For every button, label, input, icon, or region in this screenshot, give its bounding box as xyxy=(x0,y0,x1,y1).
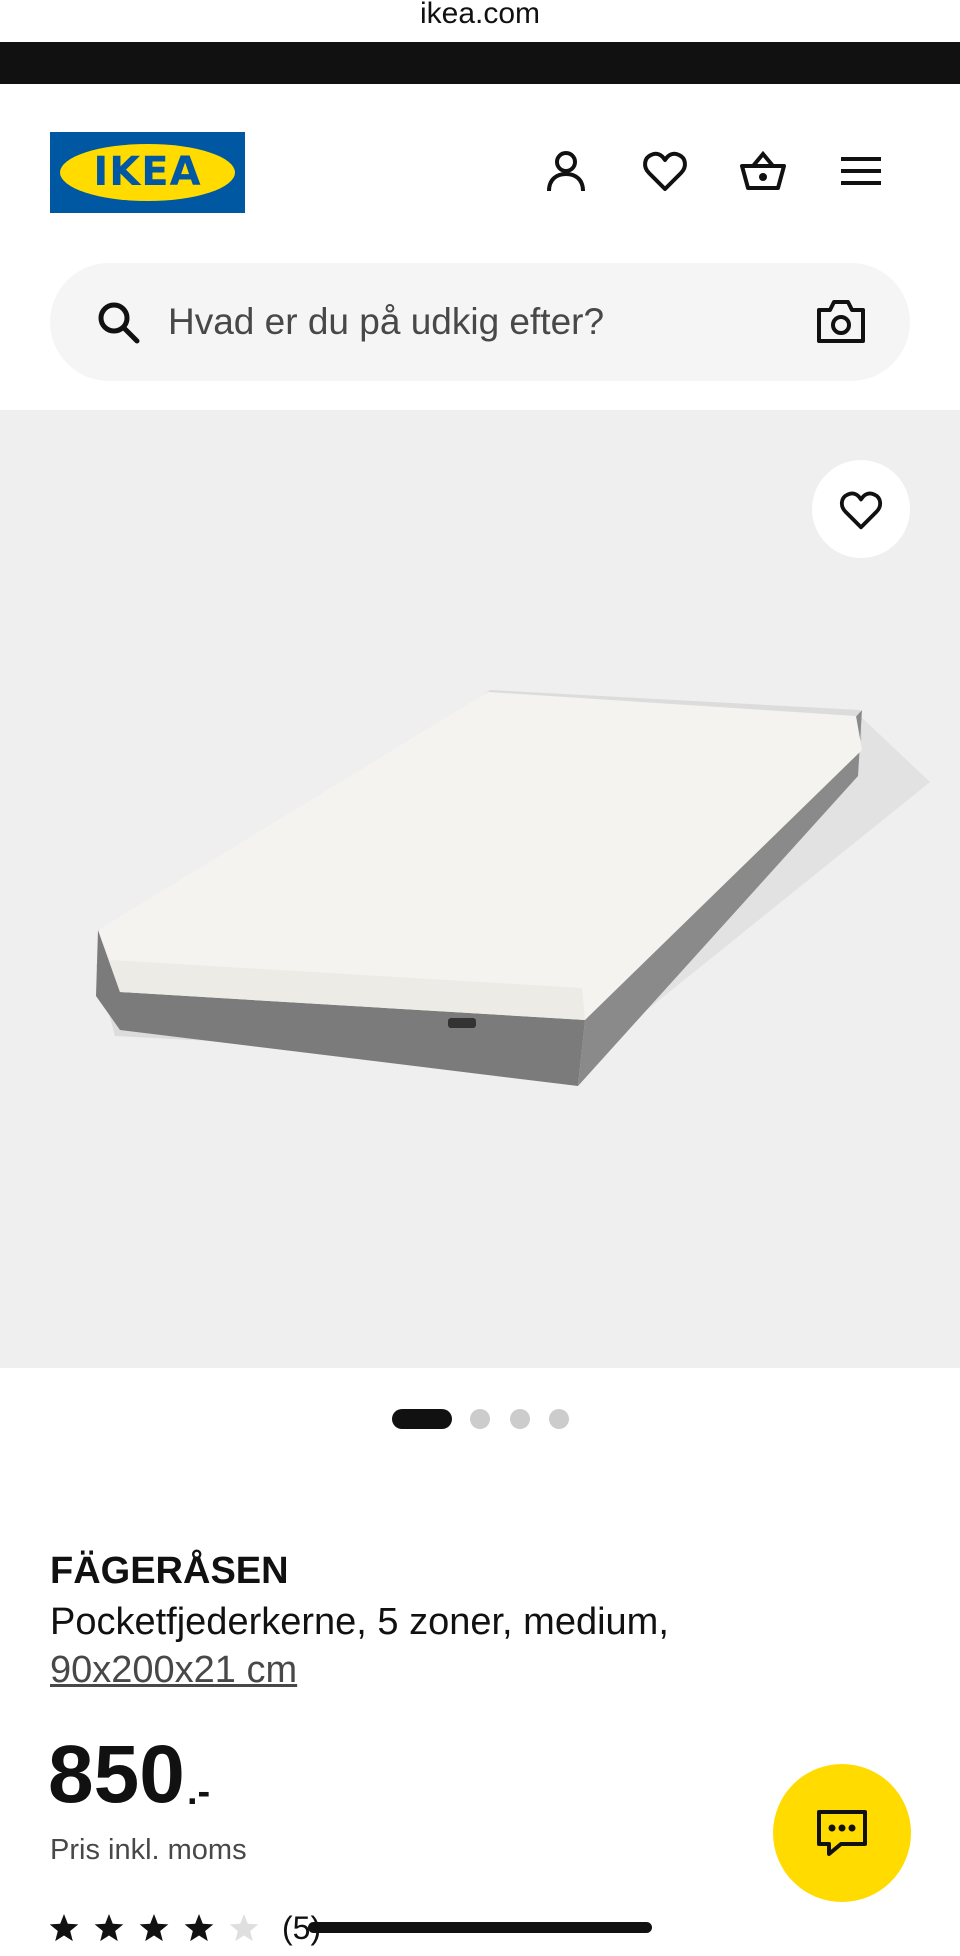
product-gallery[interactable] xyxy=(0,410,960,1368)
gallery-pagination xyxy=(0,1408,960,1429)
search-icon[interactable] xyxy=(96,300,140,344)
star-filled-icon xyxy=(184,1914,214,1942)
star-filled-icon xyxy=(50,1914,79,1942)
rating-stars[interactable] xyxy=(50,1912,270,1946)
site-header: IKEA xyxy=(0,84,960,264)
chat-button[interactable] xyxy=(773,1764,911,1902)
product-size-link[interactable]: 90x200x21 cm xyxy=(50,1646,297,1694)
mattress-image xyxy=(0,410,960,1368)
heart-icon xyxy=(840,491,882,530)
camera-icon[interactable] xyxy=(816,298,866,344)
gallery-dot[interactable] xyxy=(510,1409,530,1429)
star-filled-icon xyxy=(94,1914,124,1942)
product-description: Pocketfjederkerne, 5 zoner, medium, xyxy=(50,1601,669,1643)
heart-icon[interactable] xyxy=(640,146,690,196)
gallery-favorite-button[interactable] xyxy=(812,460,910,558)
menu-icon[interactable] xyxy=(836,146,886,196)
gallery-dot[interactable] xyxy=(549,1409,569,1429)
search-input[interactable] xyxy=(168,291,768,353)
logo-text: IKEA xyxy=(93,149,202,195)
search-bar[interactable] xyxy=(50,263,910,381)
top-strip xyxy=(0,42,960,84)
gallery-dot[interactable] xyxy=(470,1409,490,1429)
price-amount: 850 xyxy=(48,1729,185,1820)
star-filled-icon xyxy=(139,1914,169,1942)
basket-icon[interactable] xyxy=(738,146,788,196)
ikea-logo[interactable]: IKEA xyxy=(50,132,245,213)
star-empty-icon xyxy=(229,1914,259,1942)
chat-icon xyxy=(817,1810,867,1856)
url-text: ikea.com xyxy=(419,0,541,30)
browser-url-bar[interactable]: ikea.com xyxy=(0,0,960,42)
profile-icon[interactable] xyxy=(541,146,591,196)
price-suffix: .- xyxy=(187,1771,211,1813)
price-note: Pris inkl. moms xyxy=(50,1834,247,1866)
product-name: FÄGERÅSEN xyxy=(50,1550,289,1592)
home-indicator xyxy=(308,1922,652,1933)
gallery-dot-active[interactable] xyxy=(392,1409,452,1429)
